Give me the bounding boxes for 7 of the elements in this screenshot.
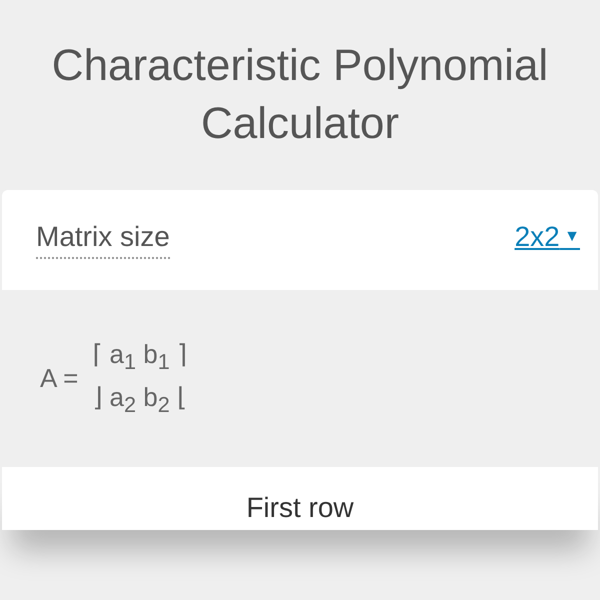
section-heading: First row <box>246 492 354 524</box>
matrix-size-label: Matrix size <box>36 221 170 259</box>
matrix-label: A = <box>40 363 78 394</box>
matrix-row-text: ⌈ a$_{1}$ b$_{1}$ ⌉ <box>92 338 188 376</box>
matrix-row-text: ⌋ a$_{2}$ b$_{2}$ ⌊ <box>92 380 188 419</box>
matrix-size-dropdown[interactable]: 2x2$^{▼}$ <box>514 221 580 259</box>
calculator-title: Characteristic Polynomial Calculator <box>50 40 550 150</box>
